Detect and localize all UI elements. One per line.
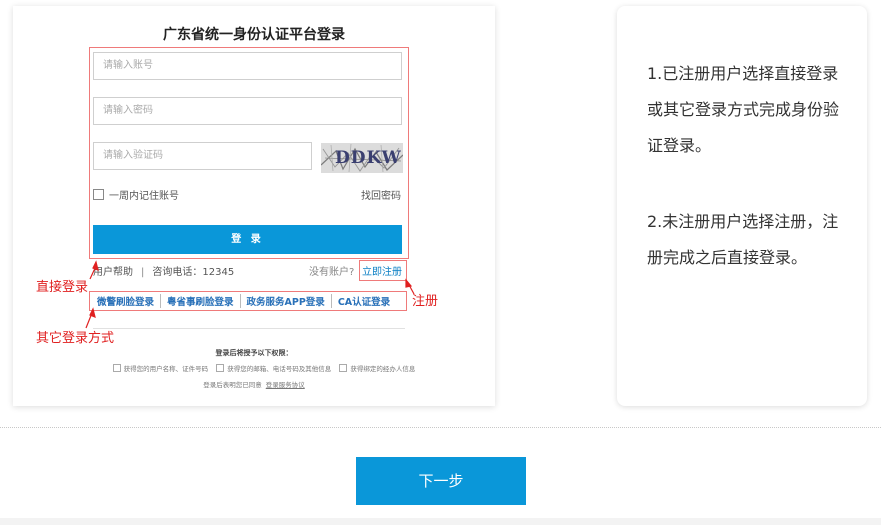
login-illustration-card: 广东省统一身份认证平台登录 请输入账号 请输入密码 请输入验证码 DDKW 一周… xyxy=(13,6,495,406)
annotation-register: 注册 xyxy=(412,294,439,309)
perm-checkbox-1 xyxy=(112,364,121,372)
annotation-direct-login: 直接登录 xyxy=(36,280,89,295)
perm-checkbox-2 xyxy=(216,364,225,372)
service-agreement-link: 登录服务协议 xyxy=(265,381,305,389)
account-input: 请输入账号 xyxy=(93,52,402,80)
password-input: 请输入密码 xyxy=(93,97,402,125)
help-row: 用户帮助 | 咨询电话：12345 xyxy=(93,263,234,278)
login-title: 广东省统一身份认证平台登录 xyxy=(163,27,345,43)
no-account-text: 没有账户? xyxy=(309,267,355,278)
register-now-link: 立即注册 xyxy=(362,267,402,278)
perm-item-3: 获得绑定的经办人信息 xyxy=(350,365,416,373)
next-step-button[interactable]: 下一步 xyxy=(356,457,526,505)
instruction-step-1: 1.已注册用户选择直接登录或其它登录方式完成身份验证登录。 xyxy=(647,64,840,155)
remember-me: 一周内记住账号 xyxy=(93,187,179,202)
gov-app-login: 政务服务APP登录 xyxy=(239,294,331,308)
login-button: 登 录 xyxy=(93,225,402,254)
other-login-methods: 微警刷脸登录 粤省事刷脸登录 政务服务APP登录 CA认证登录 xyxy=(91,294,405,308)
yueshengshi-face-login: 粤省事刷脸登录 xyxy=(160,294,240,308)
ca-cert-login: CA认证登录 xyxy=(330,294,396,308)
perm-checkbox-3 xyxy=(339,364,348,372)
auth-permissions: 获得您的用户名称、证件号码 获得您的邮箱、电话号码及其他信息 获得绑定的经办人信… xyxy=(81,363,441,373)
captcha-text: DDKW xyxy=(335,148,402,168)
help-divider: | xyxy=(141,267,145,278)
dotted-separator xyxy=(0,427,881,428)
auth-title: 登录后将授予以下权限： xyxy=(215,349,293,357)
auth-agreement: 登录后表明您已同意 登录服务协议 xyxy=(13,379,495,389)
instructions-card: 1.已注册用户选择直接登录或其它登录方式完成身份验证登录。 2.未注册用户选择注… xyxy=(617,6,867,406)
forgot-password-link: 找回密码 xyxy=(361,191,401,202)
wechat-police-face-login: 微警刷脸登录 xyxy=(97,297,155,308)
instruction-step-2: 2.未注册用户选择注册，注册完成之后直接登录。 xyxy=(647,212,839,267)
remember-checkbox xyxy=(93,189,104,200)
captcha-image: DDKW xyxy=(321,143,403,173)
perm-item-2: 获得您的邮箱、电话号码及其他信息 xyxy=(227,365,332,373)
perm-item-1: 获得您的用户名称、证件号码 xyxy=(123,365,209,373)
user-help-link: 用户帮助 xyxy=(93,267,133,278)
hotline-text: 咨询电话：12345 xyxy=(152,267,235,278)
auth-agree-text: 登录后表明您已同意 xyxy=(203,381,262,389)
captcha-input: 请输入验证码 xyxy=(93,142,312,170)
section-divider xyxy=(93,328,405,329)
remember-label: 一周内记住账号 xyxy=(109,191,179,202)
annotation-other-methods: 其它登录方式 xyxy=(36,331,115,346)
